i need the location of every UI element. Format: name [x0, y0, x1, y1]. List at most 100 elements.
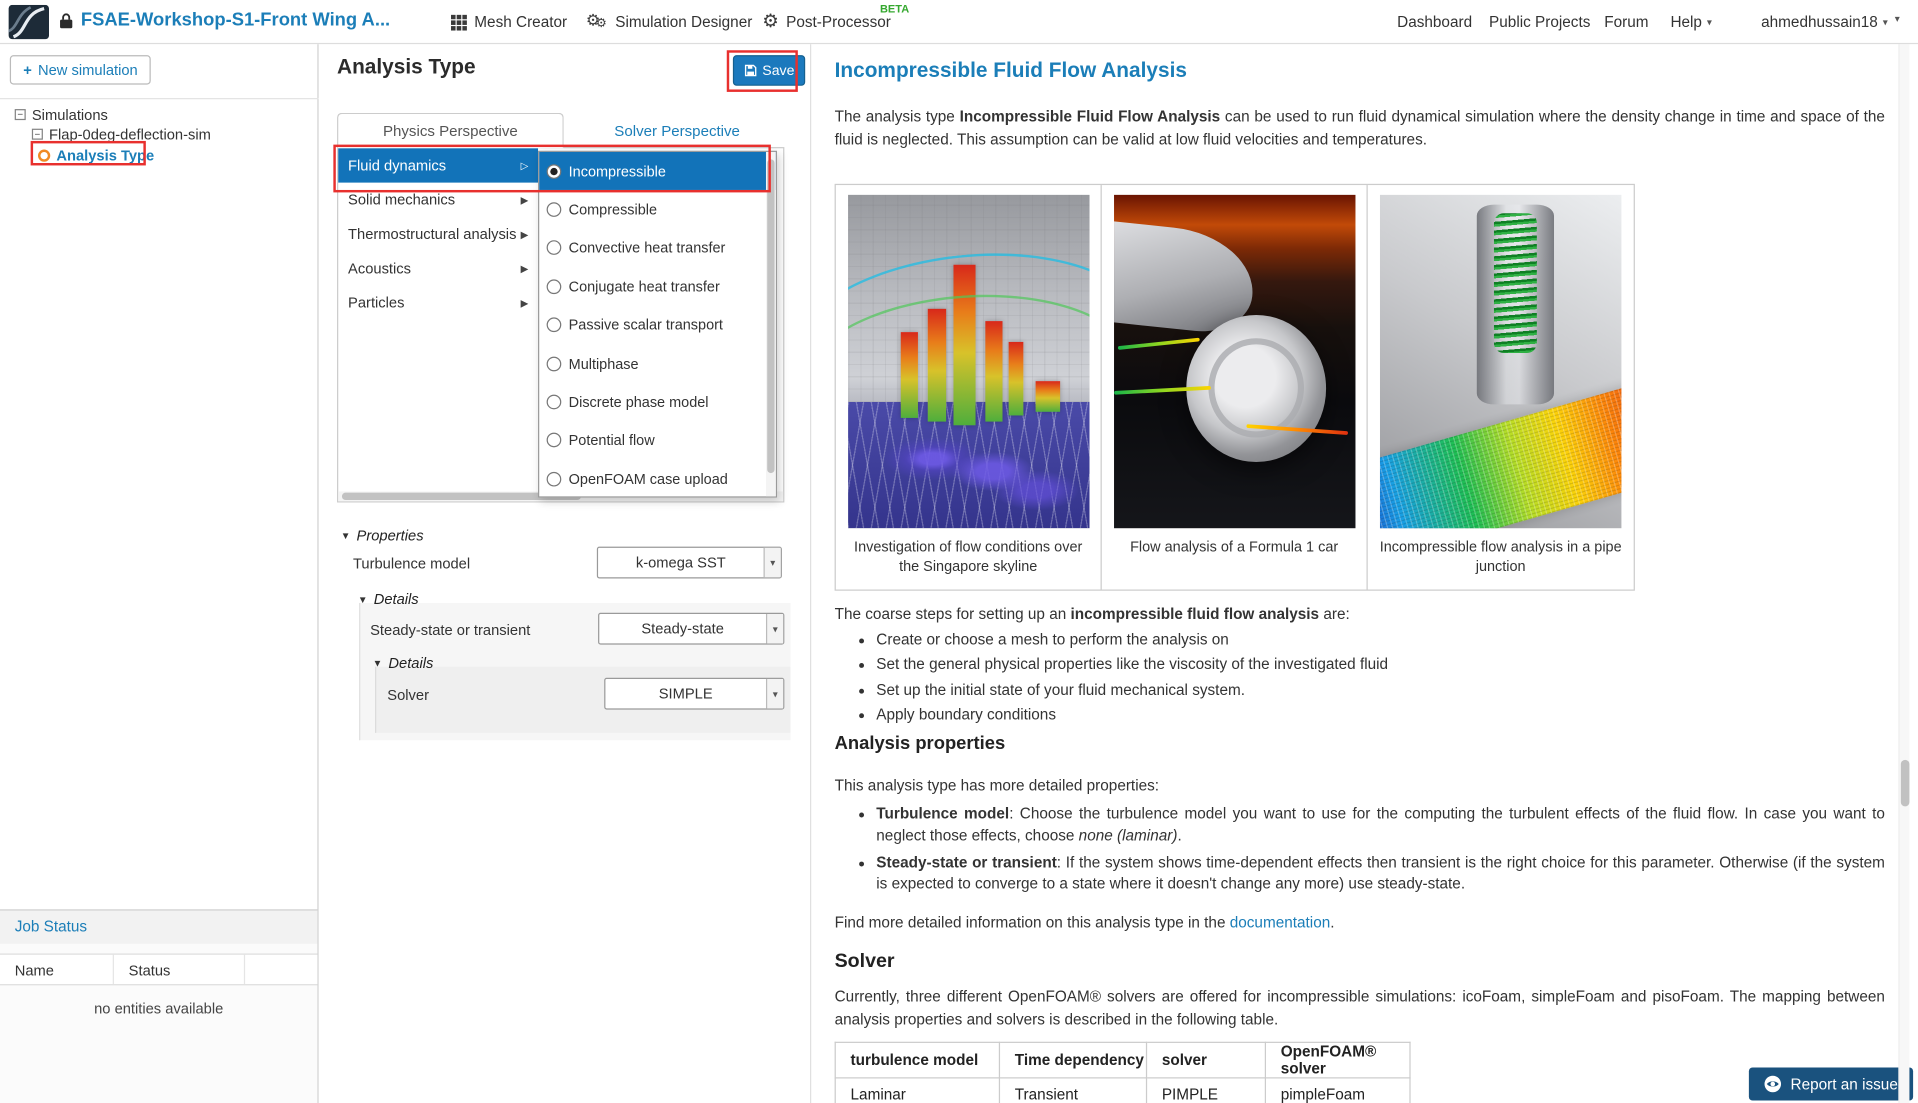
- solver-mapping-table: turbulence model Time dependency solver …: [835, 1042, 1411, 1103]
- new-simulation-button[interactable]: + New simulation: [10, 55, 151, 84]
- tree-item-analysis-type[interactable]: Analysis Type: [38, 146, 154, 164]
- save-icon: [744, 64, 757, 77]
- analysis-option-discrete-phase-model[interactable]: Discrete phase model: [539, 383, 776, 421]
- nav-simulation-designer[interactable]: ⚙⚙ Simulation Designer: [586, 12, 753, 32]
- radio-dot: [550, 168, 557, 175]
- nav-overflow-toggle[interactable]: ▾: [1895, 13, 1900, 24]
- radio-icon[interactable]: [547, 241, 562, 256]
- collapse-icon[interactable]: −: [32, 129, 43, 140]
- logo-icon: [9, 5, 49, 39]
- tree-label-simulation-run[interactable]: Flap-0deg-deflection-sim: [49, 126, 211, 143]
- text-run-italic: none (laminar): [1079, 827, 1178, 844]
- dropdown-arrow-icon: ▾: [764, 548, 781, 577]
- details-label: Details: [374, 591, 419, 608]
- nav-dashboard[interactable]: Dashboard: [1397, 13, 1472, 30]
- analysis-option-openfoam-case-upload[interactable]: OpenFOAM case upload: [539, 460, 776, 498]
- project-title-bar[interactable]: FSAE-Workshop-S1-Front Wing A...: [59, 10, 390, 31]
- scrollbar-thumb[interactable]: [767, 159, 774, 473]
- solver-select[interactable]: SIMPLE ▾: [604, 678, 784, 710]
- nav-forum[interactable]: Forum: [1604, 13, 1648, 30]
- left-sidebar: + New simulation − Simulations − Flap-0d…: [0, 44, 319, 1103]
- nav-mesh-creator[interactable]: Mesh Creator: [451, 13, 567, 30]
- nav-public-projects-label: Public Projects: [1489, 13, 1590, 30]
- radio-icon[interactable]: [547, 318, 562, 333]
- menu-label: Solid mechanics: [348, 191, 455, 208]
- physics-menu-item-solid-mechanics[interactable]: Solid mechanics ▶: [338, 183, 538, 217]
- submenu-arrow-icon: ▷: [521, 160, 529, 171]
- nav-mesh-creator-label: Mesh Creator: [474, 13, 567, 30]
- submenu-scrollbar[interactable]: [766, 152, 776, 496]
- text-run: The coarse steps for setting up an: [835, 605, 1071, 622]
- radio-icon[interactable]: [547, 202, 562, 217]
- streamline-shape: [1118, 337, 1200, 349]
- radio-icon[interactable]: [547, 433, 562, 448]
- tab-solver-perspective[interactable]: Solver Perspective: [564, 113, 791, 149]
- analysis-option-convective-heat-transfer[interactable]: Convective heat transfer: [539, 229, 776, 267]
- radio-checked-icon[interactable]: [547, 164, 562, 179]
- nav-user-menu[interactable]: ahmedhussain18 ▾: [1761, 13, 1888, 30]
- documentation-link[interactable]: documentation: [1230, 914, 1331, 931]
- job-status-title: Job Status: [0, 911, 317, 944]
- text-run-bold: incompressible fluid flow analysis: [1070, 605, 1319, 622]
- text-run: .: [1177, 827, 1181, 844]
- nav-post-processor[interactable]: ⚙ Post-Processor BETA: [762, 12, 891, 30]
- physics-menu-item-fluid-dynamics[interactable]: Fluid dynamics ▷: [338, 148, 538, 182]
- radio-icon[interactable]: [547, 279, 562, 294]
- page-scrollbar[interactable]: [1898, 44, 1909, 1103]
- status-circle-icon: [38, 149, 50, 161]
- project-title[interactable]: FSAE-Workshop-S1-Front Wing A...: [81, 10, 390, 31]
- tree-label-analysis-type[interactable]: Analysis Type: [56, 146, 154, 163]
- nav-help-menu[interactable]: Help ▾: [1670, 13, 1711, 30]
- details-section-header-inner[interactable]: ▼ Details: [373, 654, 434, 671]
- turbulence-model-value: k-omega SST: [598, 554, 763, 571]
- radio-icon[interactable]: [547, 356, 562, 371]
- properties-section-header[interactable]: ▼ Properties: [341, 527, 424, 544]
- minus-glyph: −: [17, 110, 23, 120]
- details-section-header[interactable]: ▼ Details: [358, 591, 419, 608]
- column-header-name[interactable]: Name: [0, 955, 114, 984]
- streamline-shape: [847, 283, 1088, 473]
- analysis-option-conjugate-heat-transfer[interactable]: Conjugate heat transfer: [539, 267, 776, 305]
- analysis-option-potential-flow[interactable]: Potential flow: [539, 421, 776, 459]
- tree-label-simulations[interactable]: Simulations: [32, 106, 108, 123]
- text-run: The analysis type: [835, 108, 960, 125]
- text-run: .: [1330, 914, 1334, 931]
- doc-title: Incompressible Fluid Flow Analysis: [835, 59, 1187, 84]
- table-header: Time dependency: [999, 1042, 1146, 1078]
- analysis-option-compressible[interactable]: Compressible: [539, 190, 776, 228]
- steady-transient-select[interactable]: Steady-state ▾: [598, 613, 784, 645]
- menu-label: Particles: [348, 294, 404, 311]
- nav-public-projects[interactable]: Public Projects: [1489, 13, 1590, 30]
- nav-dashboard-label: Dashboard: [1397, 13, 1472, 30]
- collapse-triangle-icon: ▼: [373, 658, 383, 669]
- analysis-option-multiphase[interactable]: Multiphase: [539, 344, 776, 382]
- physics-menu-item-thermostructural[interactable]: Thermostructural analysis ▶: [338, 217, 538, 251]
- tab-physics-perspective[interactable]: Physics Perspective: [337, 113, 564, 149]
- figure-caption: Incompressible flow analysis in a pipe j…: [1379, 538, 1623, 577]
- report-issue-button[interactable]: Report an issue: [1749, 1067, 1913, 1100]
- column-header-status[interactable]: Status: [114, 955, 245, 984]
- submenu-arrow-icon: ▶: [521, 229, 529, 240]
- analysis-option-passive-scalar-transport[interactable]: Passive scalar transport: [539, 306, 776, 344]
- option-label: Multiphase: [569, 355, 639, 372]
- turbulence-model-select[interactable]: k-omega SST ▾: [597, 547, 782, 579]
- analysis-option-incompressible[interactable]: Incompressible: [539, 152, 776, 190]
- tree-item-simulation-run[interactable]: − Flap-0deg-deflection-sim: [32, 125, 211, 143]
- eye-icon: [1764, 1075, 1782, 1093]
- app-logo[interactable]: [9, 5, 49, 45]
- figure-f1-car: Flow analysis of a Formula 1 car: [1102, 185, 1368, 589]
- radio-icon[interactable]: [547, 472, 562, 487]
- divider: [0, 98, 319, 99]
- table-header: OpenFOAM® solver: [1265, 1042, 1410, 1078]
- mesh-grid-icon: [451, 14, 467, 30]
- radio-icon[interactable]: [547, 395, 562, 410]
- physics-menu-item-particles[interactable]: Particles ▶: [338, 286, 538, 320]
- submenu-arrow-icon: ▶: [521, 297, 529, 308]
- tab-solver-label: Solver Perspective: [614, 122, 740, 139]
- collapse-icon[interactable]: −: [15, 109, 26, 120]
- physics-menu-item-acoustics[interactable]: Acoustics ▶: [338, 251, 538, 285]
- top-navigation: FSAE-Workshop-S1-Front Wing A... Mesh Cr…: [0, 0, 1918, 44]
- tree-item-simulations[interactable]: − Simulations: [15, 105, 108, 123]
- scrollbar-thumb[interactable]: [1901, 760, 1910, 807]
- save-button[interactable]: Save: [733, 55, 806, 86]
